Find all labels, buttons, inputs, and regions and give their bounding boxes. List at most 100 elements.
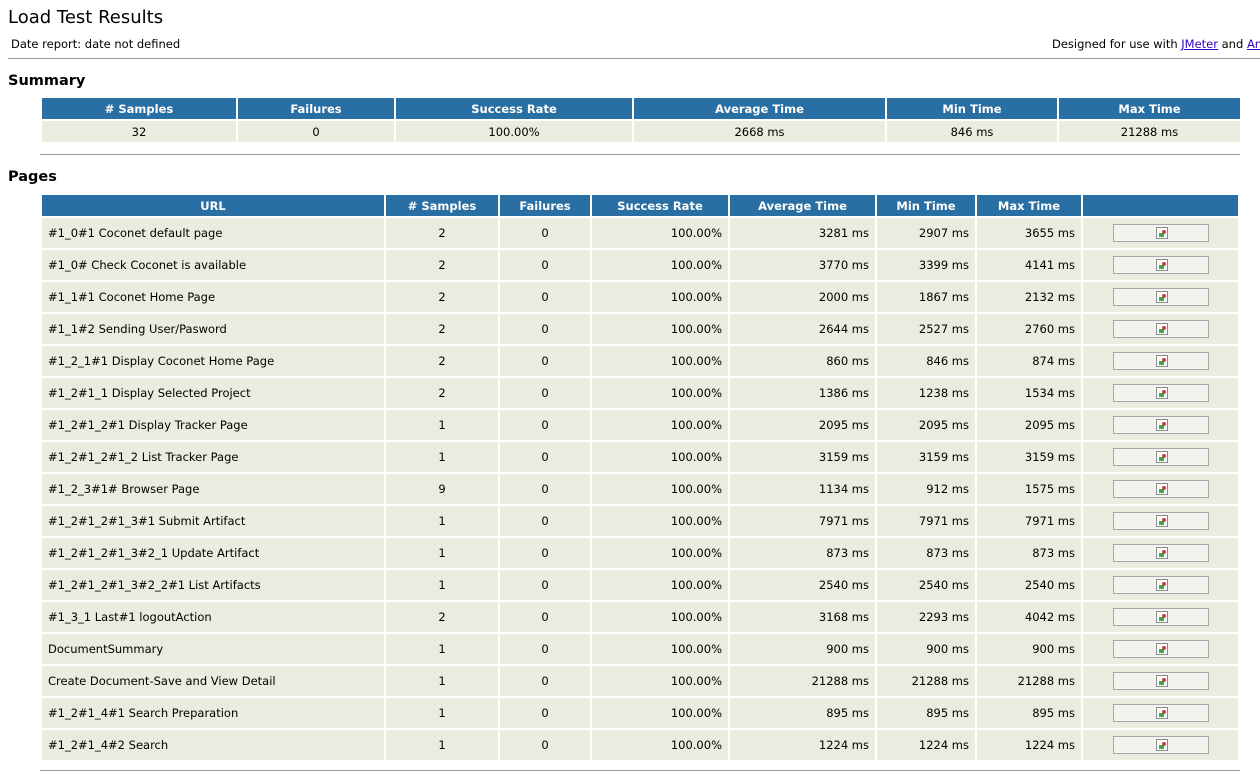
cell-samples: 2: [386, 314, 498, 344]
cell-samples: 1: [386, 410, 498, 440]
cell-detail: [1083, 314, 1238, 344]
summary-col-samples: # Samples: [42, 98, 236, 119]
cell-detail: [1083, 698, 1238, 728]
cell-max-time: 1575 ms: [977, 474, 1081, 504]
detail-image-button[interactable]: [1112, 704, 1209, 722]
pages-col-url: URL: [42, 195, 384, 216]
cell-average-time: 1386 ms: [730, 378, 875, 408]
cell-max-time: 900 ms: [977, 634, 1081, 664]
table-row: #1_2#1_1 Display Selected Project 2 0 100.0…: [42, 378, 1238, 408]
cell-average-time: 3168 ms: [730, 602, 875, 632]
summary-col-min-time: Min Time: [887, 98, 1057, 119]
summary-samples: 32: [42, 121, 236, 142]
cell-failures: 0: [500, 666, 590, 696]
cell-success-rate: 100.00%: [592, 538, 728, 568]
cell-average-time: 2644 ms: [730, 314, 875, 344]
detail-image-button[interactable]: [1112, 576, 1209, 594]
detail-image-button[interactable]: [1112, 544, 1209, 562]
cell-average-time: 21288 ms: [730, 666, 875, 696]
cell-samples: 1: [386, 666, 498, 696]
cell-url: #1_1#2 Sending User/Pasword: [42, 314, 384, 344]
cell-average-time: 873 ms: [730, 538, 875, 568]
summary-col-failures: Failures: [238, 98, 394, 119]
cell-failures: 0: [500, 538, 590, 568]
summary-header-row: # Samples Failures Success Rate Average …: [42, 98, 1240, 119]
detail-image-button[interactable]: [1112, 352, 1209, 370]
broken-image-icon: [1155, 419, 1168, 431]
cell-samples: 1: [386, 634, 498, 664]
summary-col-max-time: Max Time: [1059, 98, 1240, 119]
detail-image-button[interactable]: [1112, 640, 1209, 658]
cell-failures: 0: [500, 634, 590, 664]
cell-samples: 2: [386, 378, 498, 408]
cell-detail: [1083, 474, 1238, 504]
cell-samples: 9: [386, 474, 498, 504]
pages-col-samples: # Samples: [386, 195, 498, 216]
detail-image-button[interactable]: [1112, 416, 1209, 434]
jmeter-link[interactable]: JMeter: [1181, 37, 1218, 51]
cell-url: #1_2#1_2#1_3#2_2#1 List Artifacts: [42, 570, 384, 600]
cell-min-time: 912 ms: [877, 474, 975, 504]
detail-image-button[interactable]: [1112, 224, 1209, 242]
broken-image-icon: [1155, 227, 1168, 239]
detail-image-button[interactable]: [1112, 384, 1209, 402]
cell-detail: [1083, 538, 1238, 568]
cell-max-time: 1534 ms: [977, 378, 1081, 408]
cell-failures: 0: [500, 698, 590, 728]
cell-url: #1_2_1#1 Display Coconet Home Page: [42, 346, 384, 376]
summary-average-time: 2668 ms: [634, 121, 885, 142]
summary-max-time: 21288 ms: [1059, 121, 1240, 142]
cell-failures: 0: [500, 570, 590, 600]
cell-min-time: 3159 ms: [877, 442, 975, 472]
detail-image-button[interactable]: [1112, 320, 1209, 338]
cell-average-time: 2540 ms: [730, 570, 875, 600]
cell-samples: 2: [386, 218, 498, 248]
summary-col-success-rate: Success Rate: [396, 98, 632, 119]
cell-failures: 0: [500, 410, 590, 440]
broken-image-icon: [1155, 675, 1168, 687]
cell-detail: [1083, 218, 1238, 248]
cell-min-time: 900 ms: [877, 634, 975, 664]
cell-average-time: 7971 ms: [730, 506, 875, 536]
detail-image-button[interactable]: [1112, 672, 1209, 690]
detail-image-button[interactable]: [1112, 480, 1209, 498]
cell-detail: [1083, 666, 1238, 696]
detail-image-button[interactable]: [1112, 448, 1209, 466]
cell-samples: 1: [386, 538, 498, 568]
cell-url: #1_2#1_4#1 Search Preparation: [42, 698, 384, 728]
broken-image-icon: [1155, 739, 1168, 751]
cell-url: #1_2#1_2#1_3#1 Submit Artifact: [42, 506, 384, 536]
summary-min-time: 846 ms: [887, 121, 1057, 142]
cell-success-rate: 100.00%: [592, 218, 728, 248]
broken-image-icon: [1155, 643, 1168, 655]
detail-image-button[interactable]: [1112, 512, 1209, 530]
cell-success-rate: 100.00%: [592, 570, 728, 600]
cell-average-time: 2095 ms: [730, 410, 875, 440]
cell-average-time: 3770 ms: [730, 250, 875, 280]
detail-image-button[interactable]: [1112, 256, 1209, 274]
pages-col-detail: [1083, 195, 1238, 216]
broken-image-icon: [1155, 387, 1168, 399]
detail-image-button[interactable]: [1112, 288, 1209, 306]
cell-samples: 1: [386, 442, 498, 472]
summary-col-average-time: Average Time: [634, 98, 885, 119]
cell-samples: 1: [386, 730, 498, 760]
cell-max-time: 3159 ms: [977, 442, 1081, 472]
cell-min-time: 1224 ms: [877, 730, 975, 760]
detail-image-button[interactable]: [1112, 608, 1209, 626]
table-row: Create Document-Save and View Detail 1 0 10…: [42, 666, 1238, 696]
broken-image-icon: [1155, 707, 1168, 719]
cell-detail: [1083, 410, 1238, 440]
cell-samples: 2: [386, 282, 498, 312]
cell-success-rate: 100.00%: [592, 314, 728, 344]
table-row: #1_1#1 Coconet Home Page 2 0 100.00% 2000 ms…: [42, 282, 1238, 312]
cell-url: #1_2#1_1 Display Selected Project: [42, 378, 384, 408]
pages-heading: Pages: [8, 169, 57, 185]
detail-image-button[interactable]: [1112, 736, 1209, 754]
broken-image-icon: [1155, 547, 1168, 559]
ant-link[interactable]: Ant: [1247, 37, 1260, 51]
pages-col-min-time: Min Time: [877, 195, 975, 216]
cell-failures: 0: [500, 346, 590, 376]
and-text: and: [1217, 37, 1247, 51]
cell-average-time: 3159 ms: [730, 442, 875, 472]
